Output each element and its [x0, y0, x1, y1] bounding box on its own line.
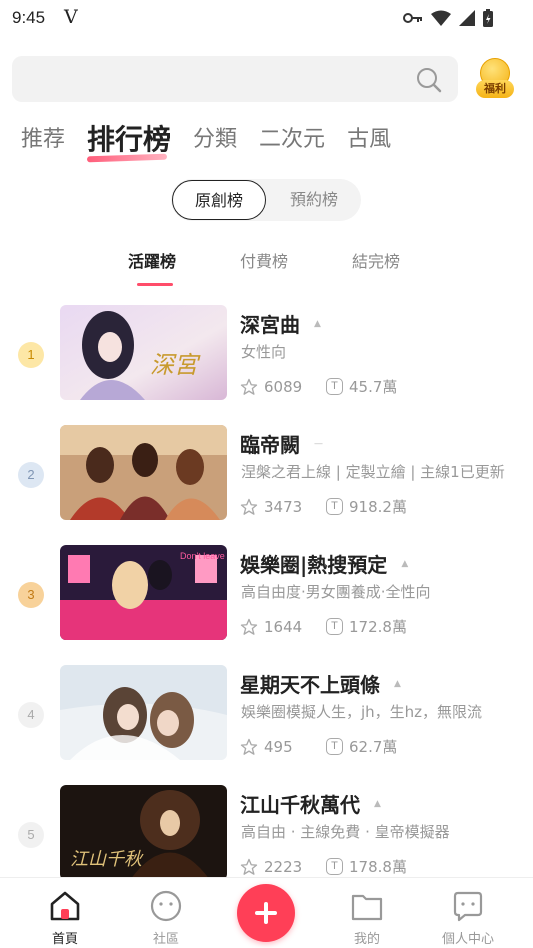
ticket-count: 172.8萬 [349, 618, 407, 636]
star-icon [240, 858, 258, 875]
star-icon [240, 618, 258, 635]
sub-tabs: 活躍榜 付費榜 結完榜 [0, 248, 533, 288]
nav-profile[interactable]: 個人中心 [428, 890, 508, 947]
ticket-icon: T [326, 858, 343, 875]
star-count: 6089 [264, 377, 303, 396]
segment-reservation[interactable]: 預約榜 [269, 179, 359, 221]
status-time: 9:45 [12, 8, 46, 27]
status-icons [403, 9, 493, 27]
trend-flat-icon: — [314, 438, 323, 449]
star-count: 495 [264, 737, 293, 756]
create-button[interactable] [237, 884, 295, 942]
subtab-indicator [137, 283, 173, 286]
cover-image[interactable]: 深宮 [60, 305, 227, 400]
search-icon[interactable] [416, 67, 442, 93]
trend-up-icon: ▲ [401, 558, 409, 569]
ticket-icon: T [326, 738, 343, 755]
wifi-icon [431, 10, 451, 26]
list-item[interactable]: 1 深宮 深宮曲 ▲ 女性向 6089 T 45.7萬 [0, 305, 533, 425]
item-description: 涅槃之君上線 | 定製立繪 | 主線1已更新 [241, 463, 505, 481]
star-count: 2223 [264, 857, 303, 876]
item-description: 高自由 · 主線免費 · 皇帝模擬器 [241, 823, 450, 841]
tab-anime[interactable]: 二次元 [259, 120, 325, 160]
svg-text:Don't leave: Don't leave [180, 551, 225, 561]
ticket-icon: T [326, 618, 343, 635]
home-icon [50, 891, 80, 921]
profile-icon [453, 891, 483, 922]
tab-ranking[interactable]: 排行榜 [87, 120, 171, 160]
ticket-icon: T [326, 378, 343, 395]
key-icon [403, 13, 422, 23]
ticket-count: 178.8萬 [349, 858, 407, 876]
svg-text:江山千秋: 江山千秋 [70, 849, 144, 870]
star-count: 3473 [264, 497, 303, 516]
ticket-count: 918.2萬 [349, 498, 407, 516]
status-bar: 9:45 V [0, 0, 533, 38]
subtab-paid[interactable]: 付費榜 [240, 248, 288, 272]
carrier-mark: V [64, 6, 78, 28]
rank-badge: 3 [18, 582, 44, 608]
list-item[interactable]: 4 星期天不上頭條 ▲ 娛樂圈模擬人生，jh，生hz，無限流 495 T 62.… [0, 665, 533, 785]
nav-community[interactable]: 社區 [126, 890, 206, 947]
rank-badge: 5 [18, 822, 44, 848]
item-title: 臨帝闕 [240, 433, 300, 457]
tab-category[interactable]: 分類 [193, 120, 237, 160]
battery-icon [483, 9, 493, 27]
tab-ancient[interactable]: 古風 [347, 120, 391, 160]
list-item[interactable]: 2 臨帝闕 — 涅槃之君上線 | 定製立繪 | 主線1已更新 3473 T 91… [0, 425, 533, 545]
nav-home[interactable]: 首頁 [25, 890, 105, 947]
trend-up-icon: ▲ [394, 678, 401, 689]
item-description: 女性向 [241, 343, 287, 361]
list-item[interactable]: 3 Don't leave 娛樂圈|熱搜預定 ▲ 高自由度·男女團養成·全性向 … [0, 545, 533, 665]
nav-mine[interactable]: 我的 [327, 890, 407, 947]
nav-profile-label: 個人中心 [441, 932, 494, 947]
tab-recommend[interactable]: 推荐 [21, 120, 65, 160]
welfare-label: 福利 [476, 80, 514, 98]
star-icon [240, 378, 258, 395]
welfare-button[interactable]: 福利 [476, 58, 514, 100]
item-description: 高自由度·男女團養成·全性向 [241, 583, 431, 601]
item-title: 江山千秋萬代 [240, 793, 360, 817]
rank-badge: 4 [18, 702, 44, 728]
signal-icon [459, 10, 475, 26]
rank-badge: 2 [18, 462, 44, 488]
item-description: 娛樂圈模擬人生，jh，生hz，無限流 [241, 703, 483, 721]
ticket-icon: T [326, 498, 343, 515]
cover-image[interactable] [60, 425, 227, 520]
trend-up-icon: ▲ [374, 798, 381, 809]
rank-badge: 1 [18, 342, 44, 368]
nav-community-label: 社區 [152, 932, 179, 947]
star-icon [240, 498, 258, 515]
item-title: 深宮曲 [240, 313, 300, 337]
top-tabs: 推荐 排行榜 分類 二次元 古風 [21, 120, 413, 160]
nav-home-label: 首頁 [51, 932, 78, 947]
folder-icon [351, 894, 383, 921]
cover-image[interactable]: Don't leave [60, 545, 227, 640]
star-count: 1644 [264, 617, 303, 636]
search-bar[interactable] [12, 56, 458, 102]
item-title: 星期天不上頭條 [240, 673, 380, 697]
cover-image[interactable]: 江山千秋 [60, 785, 227, 880]
cover-image[interactable] [60, 665, 227, 760]
segment-original[interactable]: 原創榜 [172, 180, 266, 220]
nav-mine-label: 我的 [353, 932, 380, 947]
item-title: 娛樂圈|熱搜預定 [240, 553, 388, 577]
trend-up-icon: ▲ [314, 318, 321, 329]
ticket-count: 45.7萬 [349, 378, 398, 396]
star-icon [240, 738, 258, 755]
bottom-nav: 首頁 社區 我的 個人中心 [0, 877, 533, 948]
ranking-type-toggle: 原創榜 預約榜 [171, 179, 361, 221]
subtab-active[interactable]: 活躍榜 [128, 248, 176, 272]
svg-text:深宮: 深宮 [150, 351, 201, 379]
community-icon [150, 890, 182, 922]
ticket-count: 62.7萬 [349, 738, 398, 756]
subtab-completed[interactable]: 結完榜 [352, 248, 400, 272]
